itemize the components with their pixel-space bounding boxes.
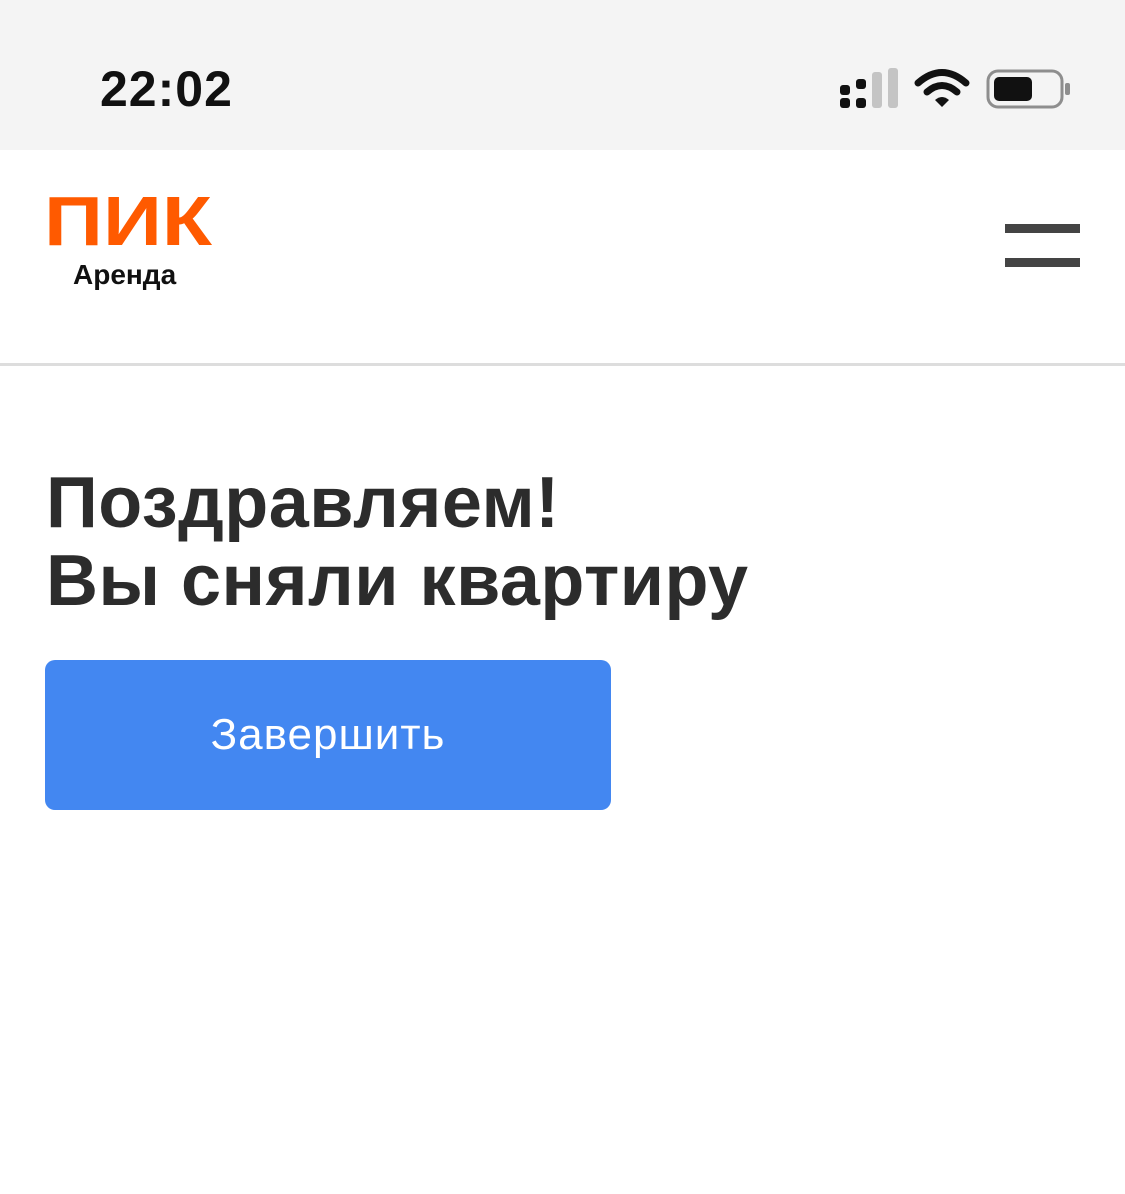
- finish-button[interactable]: Завершить: [45, 660, 611, 810]
- page-title: Поздравляем! Вы сняли квартиру: [46, 464, 1046, 620]
- main-content: Поздравляем! Вы сняли квартиру Завершить: [0, 366, 1125, 1194]
- signal-icon: [840, 68, 898, 108]
- wifi-icon: [914, 69, 970, 107]
- pik-logo[interactable]: ПИК Аренда: [44, 194, 224, 304]
- logo-mark-text: ПИК: [44, 194, 212, 250]
- hamburger-menu-icon: [1005, 224, 1080, 233]
- app-header: ПИК Аренда: [0, 150, 1125, 366]
- logo-mark: ПИК: [44, 194, 212, 250]
- hamburger-menu-button[interactable]: [990, 210, 1094, 280]
- battery-icon: [986, 69, 1070, 109]
- page-title-line2: Вы сняли квартиру: [46, 541, 749, 621]
- status-time: 22:02: [100, 61, 233, 117]
- page-title-line1: Поздравляем!: [46, 463, 560, 543]
- status-bar: 22:02: [0, 0, 1125, 150]
- logo-subtitle: Аренда: [73, 259, 177, 290]
- hamburger-menu-icon-bar: [1005, 258, 1080, 267]
